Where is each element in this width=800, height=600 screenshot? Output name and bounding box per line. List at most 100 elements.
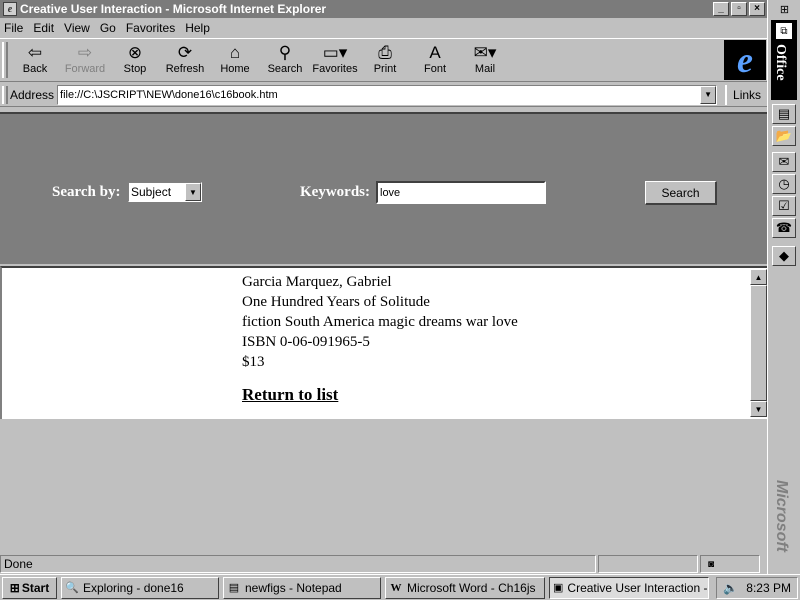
- appointment-icon[interactable]: ◷: [772, 174, 796, 194]
- empty-frame-area: [0, 419, 767, 554]
- printer-icon: ⎙: [378, 42, 392, 62]
- browser-window: e Creative User Interaction - Microsoft …: [0, 0, 767, 574]
- toolbar-grip[interactable]: [2, 42, 8, 78]
- stop-icon: ⊗: [127, 42, 143, 62]
- book-isbn: ISBN 0-06-091965-5: [242, 334, 370, 350]
- address-bar: Address file://C:\JSCRIPT\NEW\done16\c16…: [0, 83, 767, 107]
- chevron-down-icon[interactable]: ▼: [185, 183, 201, 201]
- contact-icon[interactable]: ☎: [772, 218, 796, 238]
- scroll-up-icon[interactable]: ▲: [750, 269, 767, 285]
- mail-button[interactable]: ✉▾ Mail: [460, 39, 510, 81]
- back-arrow-icon: ⇦: [27, 42, 43, 62]
- return-to-list-link[interactable]: Return to list: [242, 385, 338, 405]
- ie-logo-icon[interactable]: e: [724, 40, 766, 80]
- favorites-label: Favorites: [312, 63, 358, 75]
- search-by-value: Subject: [131, 185, 172, 199]
- favorites-folder-icon: ▭▾: [322, 42, 348, 62]
- maximize-button[interactable]: ▫: [731, 2, 747, 16]
- close-button[interactable]: ×: [749, 2, 765, 16]
- search-submit-button[interactable]: Search: [645, 181, 717, 205]
- speaker-icon[interactable]: 🔈: [723, 581, 738, 595]
- task-label: Exploring - done16: [83, 580, 184, 595]
- task-exploring[interactable]: 🔍 Exploring - done16: [61, 576, 219, 599]
- standard-toolbar: ⇦ Back ⇨ Forward ⊗ Stop ⟳ Refresh ⌂ Home…: [0, 38, 767, 82]
- back-label: Back: [22, 63, 48, 75]
- back-button[interactable]: ⇦ Back: [10, 39, 60, 81]
- menu-view[interactable]: View: [64, 21, 90, 35]
- office-tile[interactable]: ⧉ Office: [771, 20, 797, 100]
- menu-go[interactable]: Go: [100, 21, 116, 35]
- explorer-icon: 🔍: [65, 582, 79, 594]
- task-icon[interactable]: ☑: [772, 196, 796, 216]
- menu-favorites[interactable]: Favorites: [126, 21, 175, 35]
- security-zone-icon: ◙: [707, 558, 715, 570]
- minimize-button[interactable]: _: [713, 2, 729, 16]
- menu-help[interactable]: Help: [185, 21, 210, 35]
- task-word[interactable]: W Microsoft Word - Ch16js: [385, 576, 545, 599]
- refresh-icon: ⟳: [177, 42, 193, 62]
- task-label: Creative User Interaction - ...: [567, 580, 709, 595]
- office-shortcut-bar: ⊞ ⧉ Office ▤ 📂 ✉ ◷ ☑ ☎ ◆ Microsoft: [767, 0, 800, 574]
- open-document-icon[interactable]: 📂: [772, 126, 796, 146]
- system-tray: 🔈 8:23 PM: [716, 577, 798, 599]
- scroll-thumb[interactable]: [750, 285, 767, 401]
- stop-button[interactable]: ⊗ Stop: [110, 39, 160, 81]
- menu-edit[interactable]: Edit: [33, 21, 54, 35]
- refresh-label: Refresh: [165, 63, 205, 75]
- address-label: Address: [10, 87, 55, 102]
- keywords-input[interactable]: love: [376, 181, 546, 204]
- menu-file[interactable]: File: [4, 21, 23, 35]
- forward-arrow-icon: ⇨: [77, 42, 93, 62]
- search-by-select[interactable]: Subject ▼: [128, 182, 202, 202]
- home-label: Home: [220, 63, 250, 75]
- office-logo-icon: ⧉: [776, 23, 792, 39]
- home-icon: ⌂: [229, 42, 241, 62]
- new-message-icon[interactable]: ✉: [772, 152, 796, 172]
- windows-flag-icon: ⊞: [9, 580, 20, 595]
- search-frame: Search by: Subject ▼ Keywords: love Sear…: [0, 112, 767, 264]
- clock[interactable]: 8:23 PM: [746, 581, 791, 595]
- desktop: e Creative User Interaction - Microsoft …: [0, 0, 800, 600]
- stop-label: Stop: [123, 63, 147, 75]
- scroll-down-icon[interactable]: ▼: [750, 401, 767, 417]
- search-button[interactable]: ⚲ Search: [260, 39, 310, 81]
- status-bar: Done ◙: [0, 554, 767, 574]
- vertical-scrollbar[interactable]: ▲ ▼: [750, 269, 767, 417]
- keywords-label: Keywords:: [300, 184, 370, 200]
- ie-app-icon[interactable]: e: [3, 2, 17, 16]
- new-document-icon[interactable]: ▤: [772, 104, 796, 124]
- menu-bar: File Edit View Go Favorites Help: [0, 18, 767, 38]
- status-text: Done: [0, 555, 596, 573]
- task-label: Microsoft Word - Ch16js: [407, 580, 536, 595]
- keywords-value: love: [380, 186, 401, 199]
- search-label: Search: [267, 63, 303, 75]
- links-button[interactable]: Links: [725, 84, 761, 105]
- office-bar-menu-icon[interactable]: ⊞: [768, 0, 800, 18]
- print-button[interactable]: ⎙ Print: [360, 39, 410, 81]
- address-input[interactable]: file://C:\JSCRIPT\NEW\done16\c16book.htm…: [57, 84, 718, 105]
- address-dropdown-icon[interactable]: ▼: [700, 85, 717, 104]
- font-label: Font: [423, 63, 446, 75]
- answer-wizard-icon[interactable]: ◆: [772, 246, 796, 266]
- start-button[interactable]: ⊞ Start: [2, 576, 57, 599]
- font-icon: A: [429, 42, 441, 62]
- refresh-button[interactable]: ⟳ Refresh: [160, 39, 210, 81]
- window-title: Creative User Interaction - Microsoft In…: [20, 2, 327, 16]
- favorites-button[interactable]: ▭▾ Favorites: [310, 39, 360, 81]
- book-price: $13: [242, 354, 265, 370]
- address-grip[interactable]: [2, 85, 8, 104]
- font-button[interactable]: A Font: [410, 39, 460, 81]
- ie-page-icon: ▣: [553, 582, 564, 594]
- title-bar[interactable]: e Creative User Interaction - Microsoft …: [0, 0, 767, 18]
- search-icon: ⚲: [278, 42, 292, 62]
- task-notepad[interactable]: ▤ newfigs - Notepad: [223, 576, 381, 599]
- forward-button[interactable]: ⇨ Forward: [60, 39, 110, 81]
- task-label: newfigs - Notepad: [245, 580, 342, 595]
- task-creative-user-interaction[interactable]: ▣ Creative User Interaction - ...: [549, 576, 709, 599]
- book-title: One Hundred Years of Solitude: [242, 294, 430, 310]
- address-url: file://C:\JSCRIPT\NEW\done16\c16book.htm: [60, 88, 278, 101]
- taskbar: ⊞ Start 🔍 Exploring - done16 ▤ newfigs -…: [0, 574, 800, 600]
- search-by-label: Search by:: [52, 184, 121, 200]
- microsoft-brand: Microsoft: [773, 480, 790, 552]
- home-button[interactable]: ⌂ Home: [210, 39, 260, 81]
